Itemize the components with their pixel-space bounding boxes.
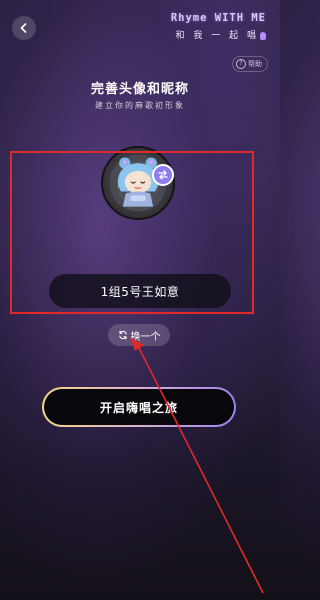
question-circle-icon: ?: [236, 59, 246, 69]
brand-subtitle: 和 我 一 起 唱: [175, 31, 259, 41]
chevron-left-icon: [20, 23, 27, 33]
start-singing-button[interactable]: 开启嗨唱之旅: [42, 387, 236, 427]
page-title: 完善头像和昵称: [90, 82, 189, 97]
annotation-highlight-box: [10, 151, 254, 314]
page-subtitle: 建立你的麻歌初形象: [95, 101, 185, 110]
help-button[interactable]: ? 帮助: [232, 56, 268, 72]
start-singing-label: 开启嗨唱之旅: [44, 389, 234, 425]
microphone-icon: [260, 31, 266, 40]
brand-logo: Rhyme WITH ME 和 我 一 起 唱: [171, 12, 266, 41]
refresh-icon: [118, 330, 127, 340]
help-label: 帮助: [248, 60, 262, 68]
shuffle-label: 换一个: [130, 331, 161, 343]
back-button[interactable]: [12, 16, 36, 40]
brand-title: Rhyme WITH ME: [170, 12, 266, 24]
shuffle-nickname-button[interactable]: 换一个: [108, 324, 170, 346]
